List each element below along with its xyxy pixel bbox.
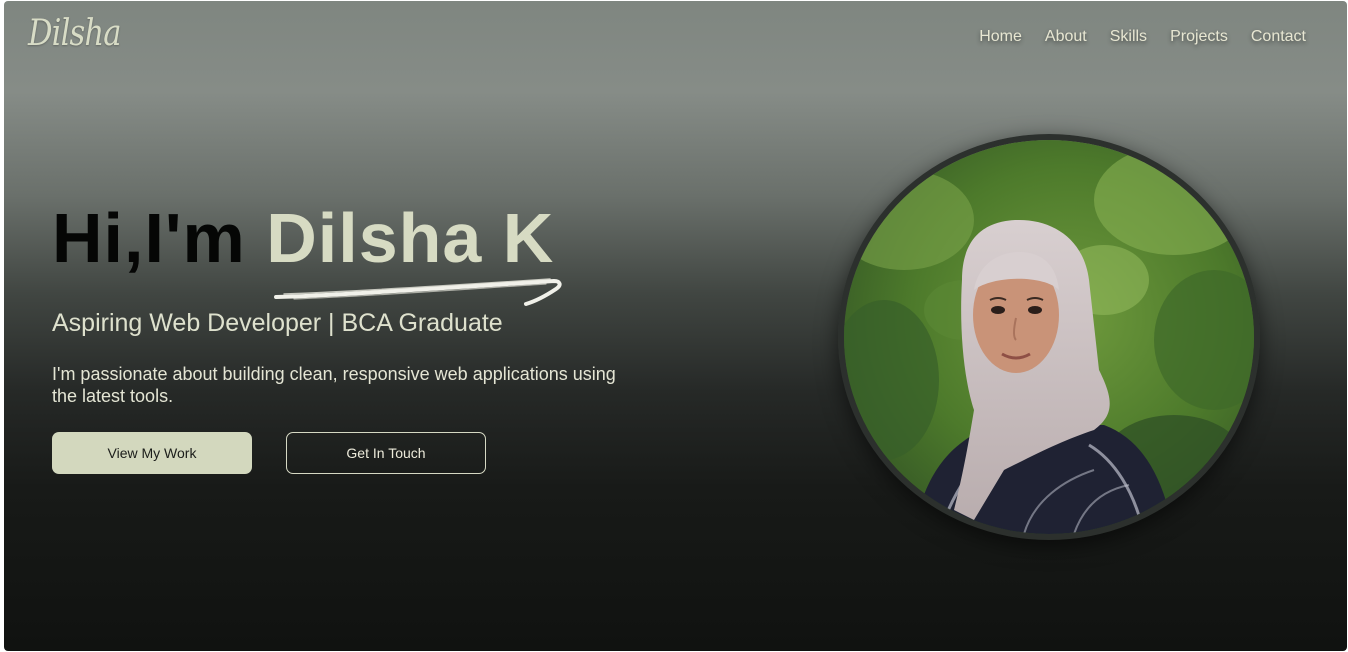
get-in-touch-button[interactable]: Get In Touch	[286, 432, 486, 474]
hero-name: Dilsha K	[266, 199, 555, 277]
hero-greeting: Hi,I'm	[52, 199, 246, 277]
brush-underline-icon	[274, 278, 562, 306]
main-nav: Home About Skills Projects Contact	[979, 28, 1306, 46]
profile-photo	[838, 134, 1260, 540]
nav-home[interactable]: Home	[979, 28, 1022, 46]
view-my-work-button[interactable]: View My Work	[52, 432, 252, 474]
logo[interactable]: Dilsha	[28, 13, 122, 54]
nav-projects[interactable]: Projects	[1170, 28, 1228, 46]
nav-about[interactable]: About	[1045, 28, 1087, 46]
hero-section: Dilsha Home About Skills Projects Contac…	[4, 1, 1347, 651]
hero-subtitle: Aspiring Web Developer | BCA Graduate	[52, 309, 503, 337]
hero-description: I'm passionate about building clean, res…	[52, 364, 616, 406]
hero-title: Hi,I'm Dilsha K	[52, 198, 554, 278]
nav-skills[interactable]: Skills	[1110, 28, 1147, 46]
profile-photo-illustration	[844, 140, 1254, 534]
nav-contact[interactable]: Contact	[1251, 28, 1306, 46]
